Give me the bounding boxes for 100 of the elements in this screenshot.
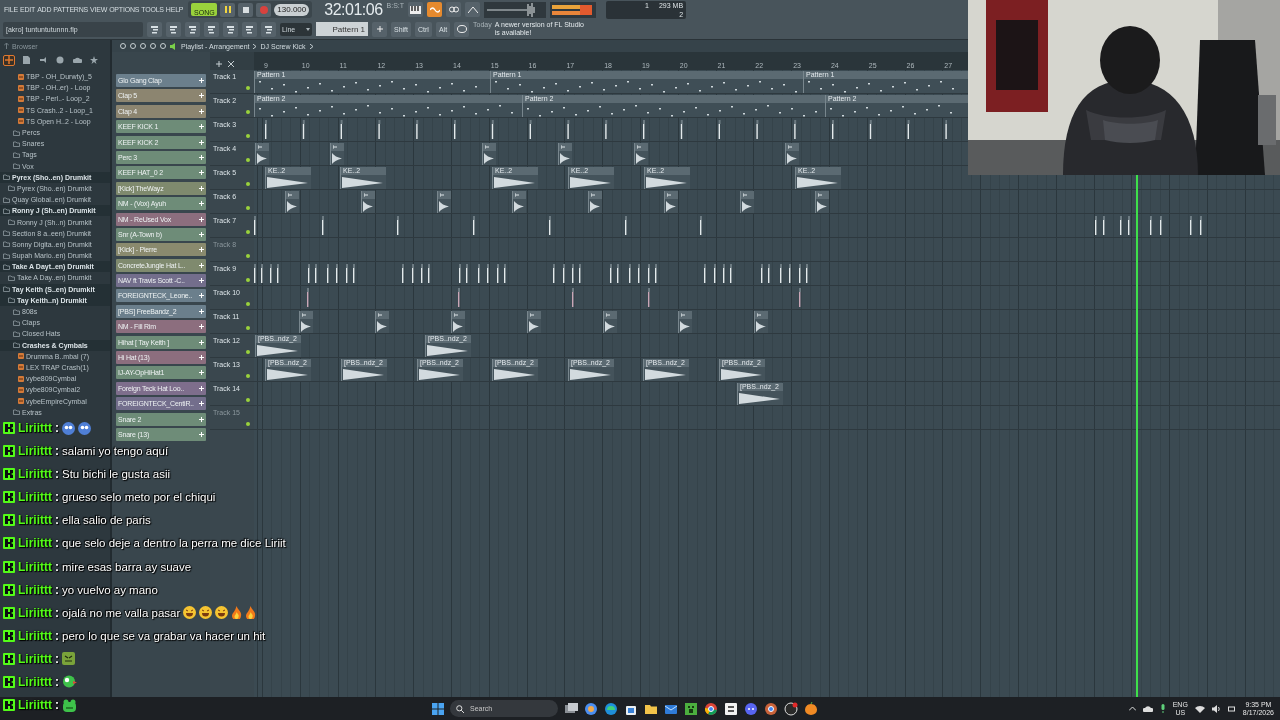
view-button[interactable] xyxy=(242,21,257,37)
play-button[interactable] xyxy=(220,2,236,17)
led-icon[interactable] xyxy=(246,302,250,306)
led-icon[interactable] xyxy=(246,206,250,210)
logo-icon xyxy=(3,537,15,550)
song-time: 32:01:06 xyxy=(324,0,383,19)
hint-button[interactable] xyxy=(454,21,470,37)
aperture-icon[interactable] xyxy=(784,701,798,716)
led-icon[interactable] xyxy=(246,182,250,186)
file-icon xyxy=(18,386,24,393)
audio-clip[interactable] xyxy=(785,143,799,165)
view-button[interactable] xyxy=(261,21,276,37)
chat-username: Liriittt xyxy=(18,628,52,643)
countdown-button[interactable] xyxy=(465,2,481,18)
audio-clip[interactable] xyxy=(588,191,602,213)
keyboard-button[interactable] xyxy=(408,2,424,18)
audio-clip[interactable] xyxy=(740,191,754,213)
file-icon xyxy=(18,95,24,102)
plus-icon xyxy=(199,78,204,83)
plus-icon xyxy=(199,324,204,330)
chat-username: Liriittt xyxy=(18,582,52,597)
view-button[interactable] xyxy=(185,21,200,37)
led-icon[interactable] xyxy=(246,422,250,426)
view-button[interactable] xyxy=(204,21,219,37)
audio-clip[interactable] xyxy=(754,311,768,333)
chat-separator: : xyxy=(55,628,59,643)
audio-clip[interactable] xyxy=(603,311,617,333)
browser-tab[interactable] xyxy=(3,54,15,66)
view-button[interactable] xyxy=(223,21,238,37)
fruit-icon[interactable] xyxy=(804,701,818,716)
audio-clip[interactable] xyxy=(678,311,692,333)
chat-username: Liriittt xyxy=(18,674,52,689)
led-icon[interactable] xyxy=(246,134,250,138)
chat-separator: : xyxy=(55,559,59,574)
caret-icon xyxy=(306,27,310,31)
chat-bubble-icon[interactable] xyxy=(744,701,758,716)
led-icon[interactable] xyxy=(246,278,250,282)
led-icon[interactable] xyxy=(246,398,250,402)
led-icon[interactable] xyxy=(246,350,250,354)
clip-icon xyxy=(818,193,822,197)
browser-tab[interactable] xyxy=(20,54,32,66)
audio-clip[interactable] xyxy=(482,143,496,165)
stop-button[interactable] xyxy=(238,2,254,17)
clip-icon xyxy=(288,193,292,197)
led-icon[interactable] xyxy=(246,110,250,114)
plus-icon xyxy=(199,293,204,299)
swap-icon[interactable] xyxy=(724,701,738,716)
audio-clip[interactable] xyxy=(527,311,541,333)
audio-clip[interactable] xyxy=(558,143,572,165)
audio-clip[interactable] xyxy=(664,191,678,213)
master-volume-drawing[interactable] xyxy=(484,1,547,18)
typing-keyboard-button[interactable] xyxy=(427,2,443,18)
browser-tab[interactable] xyxy=(88,54,100,66)
clip-icon xyxy=(606,313,610,317)
audio-clip[interactable] xyxy=(255,143,269,165)
globe-icon[interactable] xyxy=(604,701,618,716)
sparkle-icon[interactable] xyxy=(584,701,598,716)
led-icon[interactable] xyxy=(246,230,250,234)
window-icon[interactable] xyxy=(564,701,578,716)
audio-clip[interactable] xyxy=(361,191,375,213)
four-squares-icon[interactable] xyxy=(432,702,444,715)
plug-icon xyxy=(39,56,47,64)
view-button[interactable] xyxy=(166,21,181,37)
led-icon[interactable] xyxy=(246,86,250,90)
chevron-up-icon[interactable] xyxy=(1128,706,1136,711)
led-icon[interactable] xyxy=(246,158,250,162)
audio-clip[interactable] xyxy=(299,311,313,333)
plus-icon xyxy=(199,355,204,361)
chat-separator: : xyxy=(55,444,59,459)
clip-icon xyxy=(485,145,489,149)
audio-clip[interactable] xyxy=(330,143,344,165)
plus-icon xyxy=(199,108,204,114)
audio-clip[interactable] xyxy=(634,143,648,165)
chat-separator: : xyxy=(55,582,59,597)
speaker-icon[interactable] xyxy=(1211,704,1221,713)
led-icon[interactable] xyxy=(246,254,250,258)
audio-clip[interactable] xyxy=(512,191,526,213)
audio-clip[interactable] xyxy=(815,191,829,213)
cloud-icon[interactable] xyxy=(1142,705,1153,712)
add-pattern-button[interactable] xyxy=(372,21,387,37)
chevron-icon xyxy=(253,43,257,49)
metronome-button[interactable] xyxy=(446,2,462,18)
block-icon[interactable] xyxy=(684,701,698,716)
view-button[interactable] xyxy=(147,21,162,37)
plus-icon xyxy=(199,278,204,284)
audio-clip[interactable] xyxy=(437,191,451,213)
clip-icon xyxy=(681,313,685,317)
led-icon[interactable] xyxy=(246,326,250,330)
audio-clip[interactable] xyxy=(451,311,465,333)
audio-clip[interactable] xyxy=(375,311,389,333)
audio-clip[interactable] xyxy=(285,191,299,213)
laughing-face-icon xyxy=(215,606,229,620)
square-face-icon xyxy=(62,652,75,666)
file-icon xyxy=(18,107,24,114)
led-icon[interactable] xyxy=(246,374,250,378)
wifi-icon[interactable] xyxy=(1194,704,1205,713)
tempo-field[interactable]: 130.000 xyxy=(274,3,310,16)
battery-icon[interactable] xyxy=(1227,704,1236,713)
browser-tab[interactable] xyxy=(54,54,66,66)
pattern-selector[interactable]: Pattern 1 xyxy=(316,22,368,37)
